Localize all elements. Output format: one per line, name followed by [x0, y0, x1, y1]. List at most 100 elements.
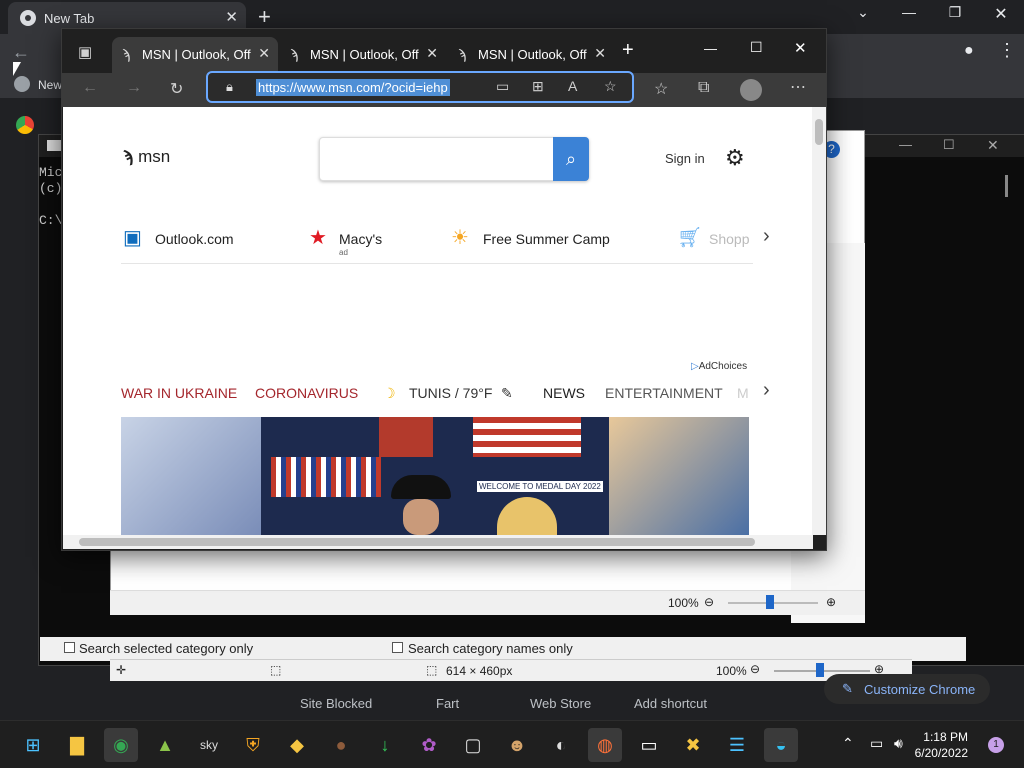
zoom-out-icon[interactable]: ⊖ [750, 662, 760, 676]
edge-icon[interactable]: ◒ [764, 728, 798, 762]
checkbox-label: Search selected category only [79, 641, 254, 656]
chrome-menu-icon[interactable]: ⋮ [998, 40, 1016, 61]
console-maximize-button[interactable]: ☐ [943, 137, 955, 153]
close-window-button[interactable]: ✕ [978, 4, 1024, 24]
notification-badge[interactable]: 1 [988, 737, 1004, 753]
zoom-slider-thumb[interactable] [766, 595, 774, 609]
msn-search-input[interactable]: ⌕ [319, 137, 589, 181]
console-minimize-button[interactable]: — [899, 137, 912, 152]
customize-chrome-button[interactable]: ✎ Customize Chrome [824, 674, 990, 704]
lock-icon[interactable]: 🔒︎ [226, 79, 233, 95]
gear-icon[interactable]: ⚙ [725, 145, 745, 171]
collections-icon[interactable]: ⧉ [698, 79, 709, 97]
forward-arrow-icon[interactable]: → [126, 79, 142, 97]
adchoices-link[interactable]: ▷AdChoices [691, 361, 747, 372]
file-explorer-icon[interactable]: ▇ [60, 728, 94, 762]
window-icon[interactable]: ▭ [632, 728, 666, 762]
nav-coronavirus[interactable]: CORONAVIRUS [255, 385, 358, 401]
checkbox-category-names[interactable] [392, 642, 403, 653]
settings-menu-icon[interactable]: ⋯ [790, 77, 806, 97]
shield-icon[interactable]: ⛨ [236, 728, 270, 762]
add-favorite-icon[interactable]: ☆ [604, 78, 617, 95]
favorites-icon[interactable]: ☆ [654, 79, 668, 99]
x-icon[interactable]: ✖ [676, 728, 710, 762]
edge-tab[interactable]: ϡ MSN | Outlook, Off ✕ [448, 37, 614, 73]
chevron-right-icon[interactable]: › [763, 379, 770, 402]
zoom-in-icon[interactable]: ⊕ [826, 595, 836, 609]
volume-icon[interactable]: 🔊︎ [894, 735, 903, 752]
back-arrow-icon[interactable]: ← [12, 42, 30, 63]
chevron-down-icon[interactable]: ⌄ [840, 4, 886, 21]
firefox-icon[interactable]: ◍ [588, 728, 622, 762]
hero-image[interactable]: WELCOME TO MEDAL DAY 2022 [121, 417, 749, 535]
read-aloud-icon[interactable]: A [568, 78, 577, 94]
profile-icon[interactable]: ● [964, 42, 974, 60]
address-bar[interactable]: 🔒︎ https://www.msn.com/?ocid=iehp ▭ ⊞ A … [206, 71, 634, 103]
maximize-button[interactable]: ☐ [750, 39, 763, 56]
minimize-button[interactable]: — [886, 4, 932, 20]
quick-link-outlook[interactable]: Outlook.com [155, 231, 234, 247]
profile-avatar[interactable] [740, 79, 762, 101]
quick-link-macys[interactable]: Macy's [339, 231, 382, 247]
clock[interactable]: 1:18 PM 6/20/2022 [915, 729, 968, 761]
app-icon[interactable]: ▲ [148, 728, 182, 762]
app-icon[interactable]: ✿ [412, 728, 446, 762]
sky-icon[interactable]: sky [192, 728, 226, 762]
close-tab-icon[interactable]: ✕ [426, 45, 438, 62]
checkbox-selected-category[interactable] [64, 642, 75, 653]
new-tab-button[interactable]: + [258, 4, 271, 30]
quick-link-shopping[interactable]: Shopp [709, 231, 749, 247]
restore-button[interactable]: ❐ [932, 4, 978, 21]
sign-in-link[interactable]: Sign in [665, 151, 705, 166]
nav-more[interactable]: M [737, 385, 749, 401]
console-scrollbar[interactable] [1005, 175, 1008, 197]
refresh-icon[interactable]: ↻ [170, 79, 183, 99]
ninja-icon[interactable]: ◐ [544, 728, 578, 762]
chevron-up-icon[interactable]: ⌃ [842, 735, 854, 752]
network-icon[interactable]: ▭ [870, 735, 883, 752]
horizontal-scrollbar[interactable] [63, 535, 813, 549]
edge-tab[interactable]: ϡ MSN | Outlook, Off ✕ [280, 37, 446, 73]
device-icon[interactable]: ▭ [496, 78, 509, 95]
back-arrow-icon[interactable]: ← [82, 79, 98, 97]
quick-link-summer-camp[interactable]: Free Summer Camp [483, 231, 610, 247]
close-tab-icon[interactable]: ✕ [225, 8, 238, 26]
monkey-icon[interactable]: ☻ [500, 728, 534, 762]
zoom-out-icon[interactable]: ⊖ [704, 595, 714, 609]
zoom-slider-thumb[interactable] [816, 663, 824, 677]
chrome-icon[interactable]: ◉ [104, 728, 138, 762]
search-icon[interactable]: ⌕ [553, 137, 589, 181]
minimize-button[interactable]: — [704, 41, 717, 56]
edge-tab[interactable]: ϡ MSN | Outlook, Off ✕ [112, 37, 278, 73]
msn-logo[interactable]: ϡ msn [123, 147, 170, 167]
bookmark-item[interactable]: New [38, 78, 62, 92]
nav-war-in-ukraine[interactable]: WAR IN UKRAINE [121, 385, 237, 401]
notepad-icon[interactable]: ☰ [720, 728, 754, 762]
nav-news[interactable]: NEWS [543, 385, 585, 401]
scrollbar-thumb[interactable] [79, 538, 755, 546]
app-icon[interactable]: ◆ [280, 728, 314, 762]
chevron-right-icon[interactable]: › [763, 225, 770, 248]
us-flag [473, 417, 581, 457]
url-text[interactable]: https://www.msn.com/?ocid=iehp [256, 79, 450, 96]
apps-icon[interactable]: ⊞ [532, 78, 544, 95]
vertical-scrollbar[interactable] [812, 107, 826, 535]
nav-entertainment[interactable]: ENTERTAINMENT [605, 385, 723, 401]
weather-location[interactable]: TUNIS / 79°F [409, 385, 492, 401]
edit-pencil-icon[interactable]: ✎ [501, 385, 513, 402]
start-button[interactable]: ⊞ [16, 728, 50, 762]
close-tab-icon[interactable]: ✕ [258, 45, 270, 62]
wii-icon[interactable]: ▢ [456, 728, 490, 762]
add-shortcut[interactable]: Add shortcut [634, 696, 707, 711]
shortcut-site-blocked[interactable]: Site Blocked [300, 696, 372, 711]
download-icon[interactable]: ↓ [368, 728, 402, 762]
scrollbar-thumb[interactable] [815, 119, 823, 145]
coffee-bean-icon[interactable]: ● [324, 728, 358, 762]
new-tab-button[interactable]: + [622, 39, 634, 62]
shortcut-web-store[interactable]: Web Store [530, 696, 591, 711]
console-close-button[interactable]: ✕ [987, 137, 999, 154]
close-tab-icon[interactable]: ✕ [594, 45, 606, 62]
close-window-button[interactable]: ✕ [794, 39, 807, 57]
tab-actions-icon[interactable]: ▣ [78, 43, 92, 61]
shortcut-fart[interactable]: Fart [436, 696, 459, 711]
